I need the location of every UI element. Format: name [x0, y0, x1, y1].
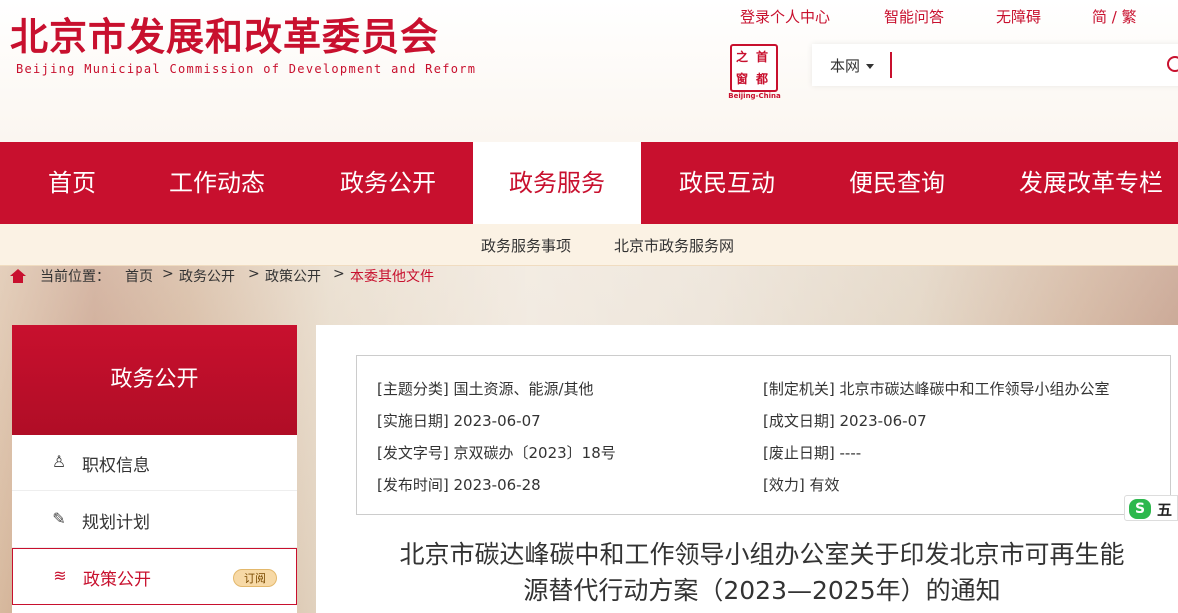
sidebar-item-label: 规划计划 — [82, 513, 150, 533]
layers-icon: ≋ — [53, 566, 67, 585]
search-scope-label: 本网 — [830, 57, 861, 75]
breadcrumb-separator: > — [162, 266, 174, 282]
seal-char: 窗 — [736, 72, 749, 86]
nav-home[interactable]: 首页 — [0, 142, 144, 224]
breadcrumb-current[interactable]: 本委其他文件 — [350, 266, 434, 286]
seal-char: 之 — [736, 50, 749, 64]
document-title-line: 源替代行动方案（2023—2025年）的通知 — [523, 576, 1001, 605]
sidebar-item-label: 职权信息 — [82, 456, 150, 476]
breadcrumb-separator: > — [248, 266, 260, 282]
accessibility-link[interactable]: 无障碍 — [996, 6, 1041, 27]
sidebar: 政务公开 ♙ 职权信息 ✎ 规划计划 ≋ 政策公开 订阅 — [12, 325, 297, 613]
site-title[interactable]: 北京市发展和改革委员会 — [10, 6, 439, 61]
meta-label: [制定机关] — [763, 380, 835, 398]
breadcrumb-gov-affairs[interactable]: 政务公开 — [179, 266, 235, 286]
meta-value: 2023-06-07 — [839, 412, 927, 430]
home-icon — [10, 269, 26, 283]
meta-validity: [效力] 有效 — [763, 474, 840, 495]
sidebar-item-planning[interactable]: ✎ 规划计划 — [12, 492, 297, 548]
meta-value: 北京市碳达峰碳中和工作领导小组办公室 — [839, 380, 1110, 398]
nav-work-news[interactable]: 工作动态 — [144, 142, 290, 224]
top-links: 登录个人中心 智能问答 无障碍 简 / 繁 — [740, 6, 1150, 28]
meta-value: ---- — [839, 444, 862, 462]
nav-interaction[interactable]: 政民互动 — [642, 142, 812, 224]
meta-issuer: [制定机关] 北京市碳达峰碳中和工作领导小组办公室 — [763, 378, 1110, 399]
breadcrumb-prefix: 当前位置： — [40, 269, 110, 285]
sidebar-item-authority[interactable]: ♙ 职权信息 — [12, 435, 297, 491]
meta-repeal-date: [废止日期] ---- — [763, 442, 861, 463]
meta-label: [发布时间] — [377, 476, 449, 494]
seal-caption: Beijing-China — [728, 92, 781, 100]
search-scope-dropdown[interactable]: 本网 — [830, 55, 875, 76]
site-header: 北京市发展和改革委员会 Beijing Municipal Commission… — [0, 0, 1178, 142]
document-meta-table: [主题分类] 国土资源、能源/其他 [制定机关] 北京市碳达峰碳中和工作领导小组… — [356, 355, 1171, 515]
language-toggle-link[interactable]: 简 / 繁 — [1092, 6, 1137, 27]
meta-label: [效力] — [763, 476, 805, 494]
document-title-line: 北京市碳达峰碳中和工作领导小组办公室关于印发北京市可再生能 — [399, 540, 1125, 569]
capital-window-logo[interactable]: 首 都 之 窗 Beijing-China — [727, 44, 782, 102]
meta-value: 有效 — [809, 476, 840, 494]
search-input[interactable] — [890, 52, 1150, 78]
meta-label: [主题分类] — [377, 380, 449, 398]
ime-mode-label: 五 — [1157, 501, 1173, 519]
meta-topic: [主题分类] 国土资源、能源/其他 — [377, 378, 594, 399]
site-subtitle: Beijing Municipal Commission of Developm… — [16, 62, 477, 76]
login-link[interactable]: 登录个人中心 — [740, 6, 830, 27]
main-nav: 首页 工作动态 政务公开 政务服务 政民互动 便民查询 发展改革专栏 — [0, 142, 1178, 224]
ime-logo-icon: S — [1129, 499, 1151, 519]
meta-doc-number: [发文字号] 京双碳办〔2023〕18号 — [377, 442, 616, 463]
nav-reform-column[interactable]: 发展改革专栏 — [1004, 142, 1178, 224]
seal-char: 首 — [756, 50, 769, 64]
subscribe-button[interactable]: 订阅 — [233, 569, 277, 587]
meta-publish-time: [发布时间] 2023-06-28 — [377, 474, 541, 495]
chevron-down-icon — [866, 64, 875, 69]
document-title: 北京市碳达峰碳中和工作领导小组办公室关于印发北京市可再生能 源替代行动方案（20… — [346, 537, 1178, 609]
meta-value: 2023-06-07 — [453, 412, 541, 430]
sub-nav: 政务服务事项 北京市政务服务网 — [0, 224, 1178, 266]
main-content: [主题分类] 国土资源、能源/其他 [制定机关] 北京市碳达峰碳中和工作领导小组… — [316, 325, 1178, 613]
meta-label: [成文日期] — [763, 412, 835, 430]
subnav-service-items[interactable]: 政务服务事项 — [481, 235, 571, 256]
meta-label: [废止日期] — [763, 444, 835, 462]
nav-gov-services[interactable]: 政务服务 — [473, 142, 641, 224]
sidebar-title: 政务公开 — [12, 325, 297, 435]
seal-icon: 首 都 之 窗 — [730, 44, 778, 92]
seal-char: 都 — [756, 72, 769, 86]
meta-label: [实施日期] — [377, 412, 449, 430]
smart-qa-link[interactable]: 智能问答 — [884, 6, 944, 27]
edit-doc-icon: ✎ — [52, 509, 66, 528]
meta-written-date: [成文日期] 2023-06-07 — [763, 410, 927, 431]
meta-value: 京双碳办〔2023〕18号 — [453, 444, 616, 462]
meta-effective-date: [实施日期] 2023-06-07 — [377, 410, 541, 431]
breadcrumb: 当前位置： 首页 > 政务公开 > 政策公开 > 本委其他文件 — [10, 266, 470, 288]
ime-toolbar[interactable]: S 五 — [1124, 495, 1178, 521]
search-box: 本网 — [812, 44, 1178, 86]
sidebar-item-policy[interactable]: ≋ 政策公开 订阅 — [12, 548, 297, 605]
breadcrumb-policy[interactable]: 政策公开 — [265, 266, 321, 286]
nav-gov-affairs[interactable]: 政务公开 — [304, 142, 472, 224]
sidebar-item-label: 政策公开 — [83, 570, 151, 590]
breadcrumb-home[interactable]: 首页 — [125, 266, 153, 286]
search-icon[interactable] — [1167, 56, 1178, 72]
subnav-service-portal[interactable]: 北京市政务服务网 — [614, 235, 734, 256]
breadcrumb-separator: > — [333, 266, 345, 282]
person-icon: ♙ — [51, 452, 67, 471]
meta-label: [发文字号] — [377, 444, 449, 462]
meta-value: 国土资源、能源/其他 — [453, 380, 594, 398]
nav-public-query[interactable]: 便民查询 — [812, 142, 982, 224]
meta-value: 2023-06-28 — [453, 476, 541, 494]
